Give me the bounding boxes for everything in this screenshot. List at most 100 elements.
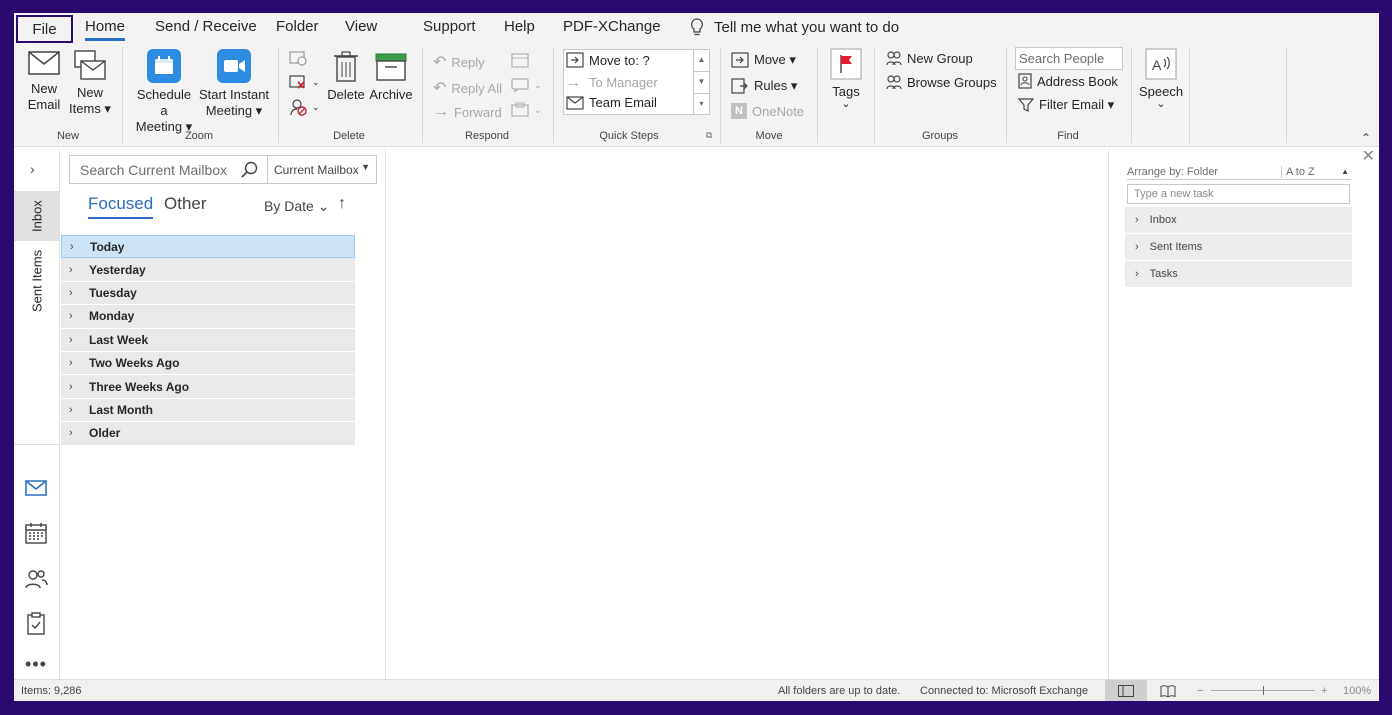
tab-focused[interactable]: Focused <box>88 194 154 219</box>
rules-label: Rules ▾ <box>754 78 798 93</box>
speech-button[interactable]: A Speech ⌄ <box>1138 48 1184 110</box>
search-mailbox-input[interactable]: Search Current Mailbox <box>69 155 268 184</box>
zoom-in-button[interactable]: + <box>1321 685 1327 697</box>
quick-step-move-to[interactable]: Move to: ? <box>566 52 650 68</box>
group-row-three-weeks-ago[interactable]: › Three Weeks Ago <box>61 375 355 399</box>
search-icon[interactable] <box>241 161 259 179</box>
browse-groups-button[interactable]: Browse Groups <box>886 74 997 90</box>
group-row-monday[interactable]: › Monday <box>61 305 355 329</box>
chevron-down-icon: ⌄ <box>312 76 320 87</box>
todo-folder-inbox[interactable]: › Inbox <box>1125 207 1352 233</box>
group-label: Monday <box>89 309 135 324</box>
envelope-icon <box>28 51 60 75</box>
video-camera-icon <box>217 49 251 83</box>
flag-icon <box>830 48 862 80</box>
more-apps-icon[interactable]: ••• <box>24 654 48 678</box>
reply-all-button[interactable]: ↶ Reply All <box>433 78 502 98</box>
scroll-up-icon[interactable]: ▲ <box>694 50 709 72</box>
new-items-button[interactable]: New Items ▾ <box>68 49 112 117</box>
nav-sent-items[interactable]: Sent Items <box>14 243 60 319</box>
people-icon[interactable] <box>24 567 48 591</box>
im-reply-button[interactable]: ⌄ <box>511 77 542 93</box>
mail-icon[interactable] <box>24 476 48 500</box>
meeting-reply-button[interactable] <box>511 52 529 68</box>
start-instant-meeting-button[interactable]: Start Instant Meeting ▾ <box>198 49 270 119</box>
sort-direction-icon[interactable]: ↑ <box>338 195 346 213</box>
group-row-two-weeks-ago[interactable]: › Two Weeks Ago <box>61 351 355 376</box>
group-label-move: Move <box>755 130 783 142</box>
quick-steps-scroller[interactable]: ▲ ▼ ▾ <box>693 50 709 114</box>
chevron-right-icon: › <box>69 357 73 370</box>
group-row-yesterday[interactable]: › Yesterday <box>61 258 355 282</box>
tab-file[interactable]: File <box>16 15 73 43</box>
meeting-icon <box>511 53 529 68</box>
tasks-icon[interactable] <box>24 611 48 635</box>
reply-all-label: Reply All <box>451 80 502 96</box>
group-row-last-month[interactable]: › Last Month <box>61 398 355 423</box>
archive-icon <box>375 53 407 81</box>
status-bar: Items: 9,286 All folders are up to date.… <box>14 679 1379 701</box>
archive-button[interactable]: Archive <box>368 51 414 103</box>
rules-button[interactable]: Rules ▾ <box>731 78 797 94</box>
group-row-older[interactable]: › Older <box>61 422 355 446</box>
forward-button[interactable]: → Forward <box>433 103 502 121</box>
tell-me-search[interactable]: Tell me what you want to do <box>690 18 899 36</box>
delete-button[interactable]: Delete <box>327 51 365 103</box>
sort-by-date-dropdown[interactable]: By Date ⌄ <box>264 198 329 215</box>
collapse-ribbon-icon[interactable]: ⌃ <box>1361 131 1371 145</box>
ribbon: New Email New Items ▾ New Schedule a Mee… <box>14 43 1379 147</box>
search-scope-dropdown[interactable]: Current Mailbox ▼ <box>267 155 377 184</box>
reply-button[interactable]: ↶ Reply <box>433 52 485 72</box>
tab-view[interactable]: View <box>345 18 377 35</box>
people-icon <box>886 51 902 66</box>
search-people-input[interactable]: Search People <box>1015 47 1123 70</box>
filter-email-label: Filter Email ▾ <box>1039 97 1115 112</box>
normal-view-button[interactable] <box>1105 680 1147 701</box>
move-button[interactable]: Move ▾ <box>731 52 796 68</box>
zoom-slider-thumb[interactable] <box>1263 686 1264 695</box>
tags-button[interactable]: Tags ⌄ <box>828 48 864 110</box>
expand-folder-pane-icon[interactable]: › <box>30 161 35 177</box>
chevron-right-icon: › <box>69 380 73 393</box>
to-manager-label: To Manager <box>589 75 658 90</box>
new-email-button[interactable]: New Email <box>26 49 62 113</box>
quick-step-to-manager[interactable]: → To Manager <box>566 74 658 91</box>
tab-send-receive[interactable]: Send / Receive <box>155 18 257 35</box>
tab-help[interactable]: Help <box>504 18 535 35</box>
zoom-out-button[interactable]: − <box>1197 685 1203 697</box>
group-row-last-week[interactable]: › Last Week <box>61 328 355 352</box>
reading-view-button[interactable] <box>1147 680 1189 701</box>
group-row-tuesday[interactable]: › Tuesday <box>61 281 355 306</box>
todo-folder-sent-items[interactable]: › Sent Items <box>1125 234 1352 260</box>
group-row-today[interactable]: › Today <box>61 235 355 259</box>
onenote-button[interactable]: N OneNote <box>731 103 804 119</box>
more-respond-button[interactable]: ⌄ <box>511 102 542 118</box>
gallery-expand-icon[interactable]: ▾ <box>694 94 709 116</box>
new-task-input[interactable]: Type a new task <box>1127 184 1350 204</box>
ignore-button[interactable] <box>289 50 307 66</box>
chevron-right-icon: › <box>69 286 73 299</box>
archive-label: Archive <box>369 87 413 102</box>
lightbulb-icon <box>691 18 703 36</box>
tab-folder[interactable]: Folder <box>276 18 319 35</box>
todo-folder-tasks[interactable]: › Tasks <box>1125 261 1352 287</box>
quick-step-team-email[interactable]: Team Email <box>566 95 657 110</box>
zoom-level[interactable]: 100% <box>1343 685 1371 697</box>
nav-inbox[interactable]: Inbox <box>14 191 60 241</box>
junk-button[interactable]: ⌄ <box>289 98 320 116</box>
calendar-icon[interactable] <box>24 521 48 545</box>
close-icon[interactable]: ✕ <box>1362 146 1375 166</box>
tab-pdf-xchange[interactable]: PDF-XChange <box>563 18 661 35</box>
arrange-by-header[interactable]: Arrange by: Folder A to Z ▲ <box>1127 166 1351 180</box>
address-book-button[interactable]: Address Book <box>1018 73 1118 89</box>
filter-email-button[interactable]: Filter Email ▾ <box>1018 97 1114 113</box>
sort-order-dropdown[interactable]: A to Z ▲ <box>1281 166 1351 178</box>
quick-steps-launcher-icon[interactable]: ⧉ <box>706 130 712 141</box>
scroll-down-icon[interactable]: ▼ <box>694 72 709 94</box>
tab-support[interactable]: Support <box>423 18 476 35</box>
tab-other[interactable]: Other <box>164 194 207 214</box>
new-group-button[interactable]: New Group <box>886 50 973 66</box>
tab-home[interactable]: Home <box>85 18 126 41</box>
clean-up-button[interactable]: ⌄ <box>289 74 320 90</box>
schedule-meeting-button[interactable]: Schedule a Meeting ▾ <box>132 49 196 135</box>
